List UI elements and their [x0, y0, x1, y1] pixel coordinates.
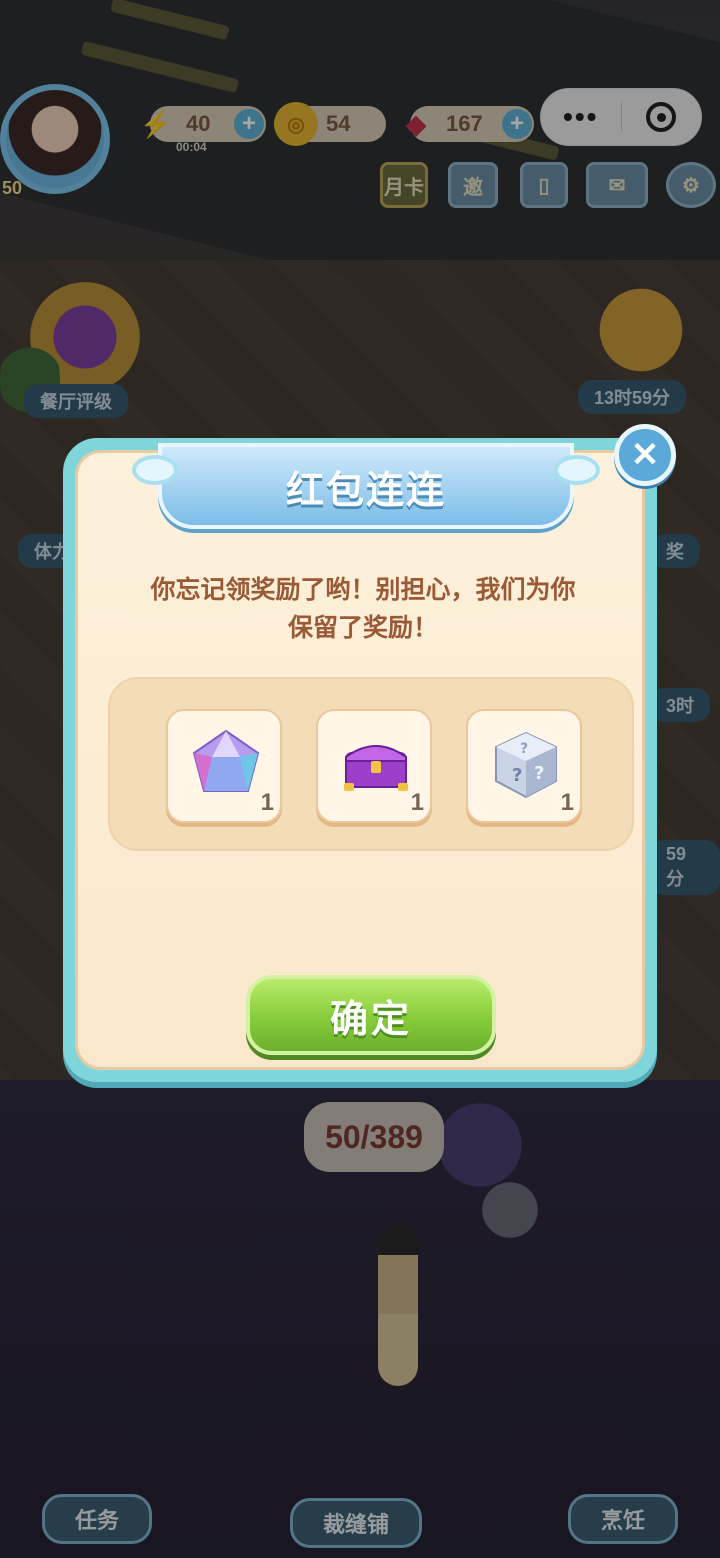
reward-item-chest[interactable]: 1 [316, 709, 432, 823]
reward-item-mystery-box[interactable]: ? ? ? 1 [466, 709, 582, 823]
message-line-2: 保留了奖励！ [287, 613, 438, 642]
ribbon-curl-left [132, 455, 178, 485]
gem-icon [192, 729, 260, 792]
reward-count: 1 [560, 789, 574, 816]
missed-reward-dialog: 红包连连 你忘记领奖励了哟！别担心，我们为你 保留了奖励！ 1 1 ? ? ? … [63, 438, 657, 1082]
close-dialog-button[interactable]: ✕ [614, 424, 676, 486]
dialog-message: 你忘记领奖励了哟！别担心，我们为你 保留了奖励！ [108, 571, 618, 647]
svg-text:?: ? [534, 763, 544, 784]
ribbon-curl-right [554, 455, 600, 485]
close-icon: ✕ [630, 436, 660, 474]
purple-chest-icon [344, 745, 408, 791]
reward-count: 1 [410, 789, 424, 816]
message-line-1: 你忘记领奖励了哟！别担心，我们为你 [150, 575, 576, 604]
confirm-button-label: 确定 [329, 996, 412, 1041]
reward-list: 1 1 ? ? ? 1 [108, 677, 634, 851]
svg-text:?: ? [520, 741, 528, 757]
confirm-button[interactable]: 确定 [246, 975, 496, 1055]
reward-item-gem[interactable]: 1 [166, 709, 282, 823]
mystery-box-icon: ? ? ? [495, 731, 557, 799]
dialog-panel: 红包连连 你忘记领奖励了哟！别担心，我们为你 保留了奖励！ 1 1 ? ? ? … [75, 443, 645, 1070]
reward-count: 1 [260, 789, 274, 816]
svg-text:?: ? [512, 765, 522, 786]
dialog-title: 红包连连 [285, 467, 446, 512]
title-ribbon: 红包连连 [132, 443, 600, 529]
